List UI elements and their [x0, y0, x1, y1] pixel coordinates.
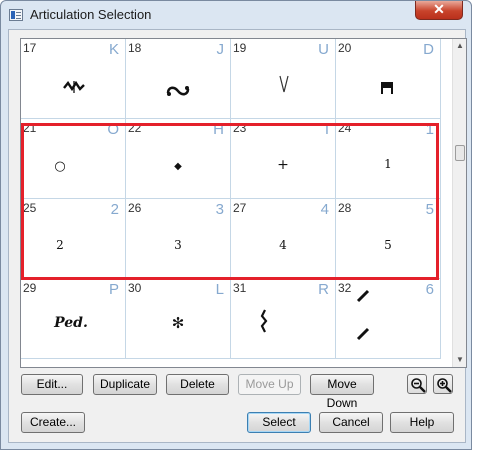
delete-button[interactable]: Delete [166, 374, 229, 395]
articulation-cell[interactable]: 18 J [126, 39, 231, 119]
cell-shortcut-key: 5 [425, 201, 434, 218]
articulation-cell[interactable]: 21 O ○ [21, 119, 126, 199]
articulation-glyph: 2 [56, 238, 64, 252]
cell-shortcut-key: 2 [110, 201, 119, 218]
slash-marks-icon [356, 289, 370, 341]
cell-number: 22 [128, 121, 142, 135]
move-down-button[interactable]: Move Down [310, 374, 374, 410]
articulation-glyph: 4 [279, 238, 287, 252]
move-up-button[interactable]: Move Up [238, 374, 301, 395]
articulation-cell[interactable]: 19 U [231, 39, 336, 119]
cell-number: 29 [23, 281, 37, 295]
articulation-glyph: ○ [54, 159, 66, 174]
articulation-cell[interactable]: 24 1 1 [336, 119, 441, 199]
up-bow-icon [279, 75, 289, 93]
cell-number: 28 [338, 201, 352, 215]
articulation-cell[interactable]: 22 H ◆ [126, 119, 231, 199]
pedal-release-icon: ✻ [171, 314, 185, 332]
articulation-cell[interactable]: 31 R [231, 279, 336, 359]
cell-number: 30 [128, 281, 142, 295]
edit-button[interactable]: Edit... [21, 374, 83, 395]
articulation-cell[interactable]: 17 K [21, 39, 126, 119]
zoom-in-button[interactable] [433, 374, 453, 394]
cell-shortcut-key: K [108, 41, 119, 58]
cell-shortcut-key: O [107, 121, 119, 138]
cell-number: 26 [128, 201, 142, 215]
articulation-cell[interactable]: 32 6 [336, 279, 441, 359]
articulation-glyph: 3 [174, 238, 182, 252]
cell-number: 17 [23, 41, 37, 55]
cancel-button[interactable]: Cancel [319, 412, 383, 433]
cell-shortcut-key: R [318, 281, 329, 298]
cell-number: 20 [338, 41, 352, 55]
cell-shortcut-key: P [108, 281, 119, 298]
close-button[interactable]: ✕ [415, 1, 463, 20]
cell-number: 32 [338, 281, 352, 295]
squiggle-icon [260, 309, 268, 333]
help-button[interactable]: Help [390, 412, 454, 433]
cell-shortcut-key: J [216, 41, 225, 58]
cell-shortcut-key: 1 [425, 121, 434, 138]
cell-shortcut-key: I [324, 121, 329, 138]
articulation-grid: 17 K 18 J 19 U 20 D 21 O ○ 22 H ◆ 23 I +… [20, 38, 467, 368]
articulation-cell[interactable]: 25 2 2 [21, 199, 126, 279]
scroll-down-arrow-icon[interactable]: ▼ [453, 353, 466, 367]
cell-number: 23 [233, 121, 247, 135]
pedal-marking: Ped. [54, 315, 88, 331]
scroll-up-arrow-icon[interactable]: ▲ [453, 39, 466, 53]
cell-number: 19 [233, 41, 247, 55]
articulation-cell[interactable]: 26 3 3 [126, 199, 231, 279]
articulation-cell[interactable]: 29 P Ped. [21, 279, 126, 359]
cell-shortcut-key: 4 [320, 201, 329, 218]
mordent-icon [63, 81, 85, 93]
vertical-scrollbar[interactable]: ▲ ▼ [452, 39, 466, 367]
title-bar: Articulation Selection ✕ [1, 1, 471, 29]
turn-icon [166, 86, 190, 96]
app-icon [9, 9, 23, 21]
create-button[interactable]: Create... [21, 412, 85, 433]
cell-number: 31 [233, 281, 247, 295]
articulation-glyph: 5 [384, 238, 392, 252]
cell-shortcut-key: L [215, 281, 224, 298]
cell-shortcut-key: H [213, 121, 224, 138]
articulation-glyph: 1 [384, 157, 392, 171]
cell-shortcut-key: 3 [215, 201, 224, 218]
articulation-cell[interactable]: 30 L ✻ [126, 279, 231, 359]
cell-shortcut-key: D [423, 41, 434, 58]
cell-number: 27 [233, 201, 247, 215]
articulation-cell[interactable]: 23 I + [231, 119, 336, 199]
scroll-thumb[interactable] [455, 145, 465, 161]
articulation-glyph: ◆ [174, 161, 182, 172]
cell-number: 21 [23, 121, 37, 135]
articulation-cell[interactable]: 20 D [336, 39, 441, 119]
duplicate-button[interactable]: Duplicate [93, 374, 157, 395]
down-bow-icon [381, 82, 393, 94]
zoom-out-button[interactable] [407, 374, 427, 394]
dialog-body: 17 K 18 J 19 U 20 D 21 O ○ 22 H ◆ 23 I +… [8, 29, 467, 443]
cell-shortcut-key: U [318, 41, 329, 58]
articulation-glyph: + [277, 157, 289, 173]
articulation-selection-dialog: Articulation Selection ✕ 17 K 18 J 19 U … [0, 0, 472, 450]
articulation-cell[interactable]: 27 4 4 [231, 199, 336, 279]
dialog-title: Articulation Selection [30, 7, 152, 22]
select-button[interactable]: Select [247, 412, 311, 433]
cell-number: 25 [23, 201, 37, 215]
articulation-cell[interactable]: 28 5 5 [336, 199, 441, 279]
zoom-out-icon [411, 378, 426, 393]
cell-shortcut-key: 6 [425, 281, 434, 298]
cell-number: 24 [338, 121, 352, 135]
cell-number: 18 [128, 41, 142, 55]
zoom-in-icon [437, 378, 452, 393]
